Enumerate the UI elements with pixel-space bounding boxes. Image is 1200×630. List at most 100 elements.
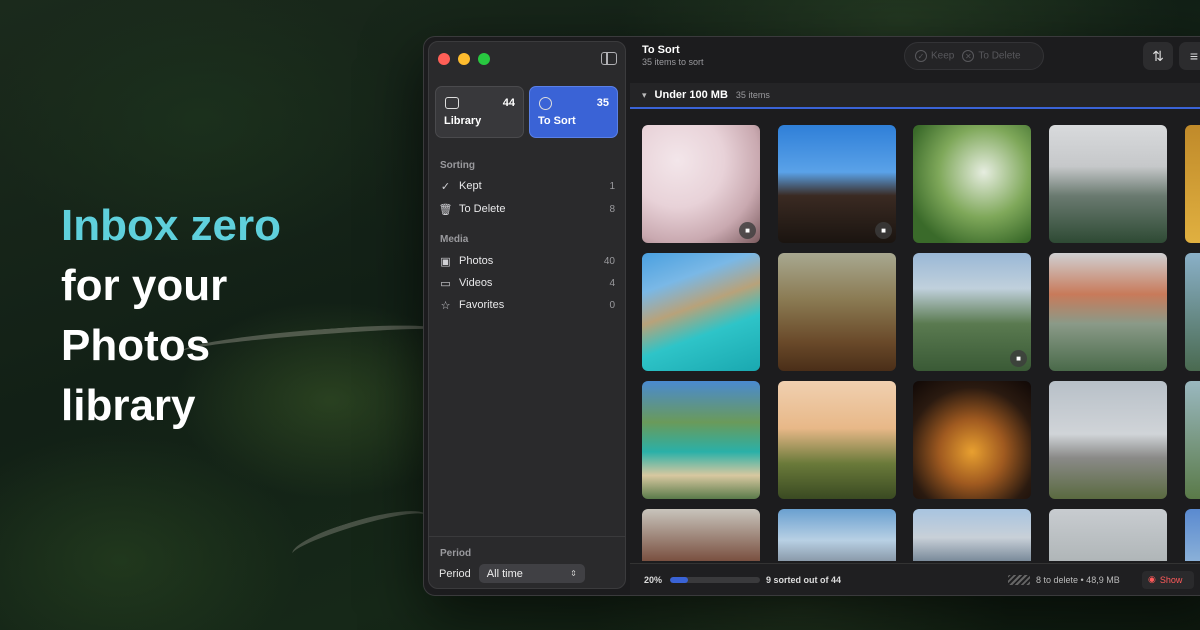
photo-thumbnail[interactable] <box>1185 125 1200 243</box>
library-count: 44 <box>502 97 515 109</box>
sidebar-item-count: 4 <box>609 277 615 289</box>
sidebar-item-videos[interactable]: ▭ Videos 4 <box>439 273 615 293</box>
sidebar-item-favorites[interactable]: ☆ Favorites 0 <box>439 295 615 315</box>
photo-thumbnail[interactable] <box>642 253 760 371</box>
sidebar-toggle-icon[interactable] <box>601 52 617 65</box>
tray-icon <box>445 97 459 109</box>
sidebar-item-label: Videos <box>459 277 493 289</box>
progress-bar <box>670 576 761 583</box>
video-badge-icon: ■ <box>1010 350 1027 367</box>
photo-thumbnail[interactable] <box>1185 509 1200 561</box>
photo-thumbnail[interactable] <box>1049 509 1167 561</box>
chevron-updown-icon: ⇕ <box>570 569 577 578</box>
delete-summary-text: 8 to delete • 48,9 MB <box>1036 574 1120 585</box>
sidebar-item-photos[interactable]: ▣ Photos 40 <box>439 251 615 271</box>
sort-arrows-icon: ⇅ <box>1152 47 1164 64</box>
sidebar-divider <box>429 536 625 537</box>
sidebar-item-count: 40 <box>603 255 615 267</box>
headline-line: library <box>61 381 196 430</box>
photo-thumbnail[interactable] <box>913 125 1031 243</box>
page-subtitle: 35 items to sort <box>642 57 704 67</box>
progress-percent: 20% <box>644 574 663 585</box>
period-section-title: Period <box>440 548 472 559</box>
photo-thumbnail[interactable] <box>1185 381 1200 499</box>
photo-thumbnail[interactable] <box>642 381 760 499</box>
zoom-window-button[interactable] <box>478 53 490 65</box>
status-footer: 20% 9 sorted out of 44 8 to delete • 48,… <box>630 563 1200 595</box>
sidebar-item-count: 1 <box>609 180 615 192</box>
x-circle-icon: ✕ <box>962 50 975 62</box>
sidebar-item-label: Kept <box>459 180 482 192</box>
main-panel: To Sort 35 items to sort ✓ Keep ✕ To Delet… <box>630 37 1200 595</box>
period-label: Period <box>439 567 471 580</box>
photo-thumbnail[interactable] <box>1049 381 1167 499</box>
minimize-window-button[interactable] <box>458 53 470 65</box>
sorted-count: 9 sorted out of 44 <box>766 574 842 585</box>
to-delete-button[interactable]: ✕ To Delete <box>962 50 1021 62</box>
photo-thumbnail[interactable] <box>913 381 1031 499</box>
window-controls <box>438 53 490 65</box>
show-label: Show <box>1159 574 1183 585</box>
headline-accent: Inbox zero <box>61 201 282 250</box>
photo-thumbnail[interactable] <box>778 253 896 371</box>
to-sort-label: To Sort <box>538 115 576 127</box>
to-sort-count: 35 <box>596 97 609 109</box>
headline-line: for your <box>61 261 228 310</box>
show-button[interactable]: ◉ Show <box>1142 570 1194 589</box>
to-sort-tile[interactable]: 35 To Sort <box>529 86 618 138</box>
sort-order-button[interactable]: ⇅ <box>1143 42 1173 70</box>
trash-icon: 🗑 <box>438 203 453 216</box>
photo-thumbnail[interactable] <box>913 509 1031 561</box>
photo-thumbnail[interactable] <box>1049 125 1167 243</box>
delete-summary: 8 to delete • 48,9 MB <box>1008 574 1120 585</box>
star-icon: ☆ <box>440 299 451 312</box>
sidebar-item-label: Favorites <box>459 299 505 311</box>
sidebar-item-label: To Delete <box>459 203 506 215</box>
photo-thumbnail[interactable] <box>1049 253 1167 371</box>
progress-bar-fill <box>670 576 689 583</box>
period-row: Period All time ⇕ <box>439 564 585 583</box>
video-icon: ▭ <box>440 277 451 290</box>
library-tile[interactable]: 44 Library <box>435 86 524 138</box>
video-badge-icon: ■ <box>875 222 892 239</box>
sidebar-item-to-delete[interactable]: 🗑 To Delete 8 <box>439 199 615 219</box>
photo-thumbnail[interactable] <box>1185 253 1200 371</box>
sidebar-item-count: 8 <box>609 203 615 215</box>
road-decoration <box>288 499 432 571</box>
period-value: All time <box>486 567 523 580</box>
keep-button[interactable]: ✓ Keep <box>915 50 954 62</box>
photo-thumbnail[interactable] <box>778 381 896 499</box>
photo-thumbnail[interactable] <box>778 509 896 561</box>
eye-icon: ◉ <box>1148 574 1156 584</box>
keep-label: Keep <box>931 50 955 62</box>
headline-line: Photos <box>61 321 211 370</box>
video-badge-icon: ■ <box>739 222 756 239</box>
chevron-down-icon: ▾ <box>642 89 647 100</box>
sort-icon <box>539 97 552 110</box>
check-circle-icon: ✓ <box>915 50 927 62</box>
photo-thumbnail[interactable] <box>642 509 760 561</box>
check-circle-icon: ✓ <box>440 180 451 193</box>
sidebar: 44 Library 35 To Sort Sorting ✓ Kept 1 🗑… <box>428 41 626 589</box>
hatch-icon <box>1008 574 1030 585</box>
photo-thumbnail[interactable]: ■ <box>778 125 896 243</box>
group-count: 35 items <box>735 90 770 100</box>
group-title: Under 100 MB <box>654 89 728 101</box>
filter-button[interactable]: ≡ <box>1179 42 1200 70</box>
period-select[interactable]: All time ⇕ <box>478 564 585 583</box>
photo-thumbnail[interactable]: ■ <box>642 125 760 243</box>
library-label: Library <box>444 115 482 127</box>
app-window: 44 Library 35 To Sort Sorting ✓ Kept 1 🗑… <box>423 36 1200 596</box>
sorting-section-title: Sorting <box>440 160 475 171</box>
group-header[interactable]: ▾ Under 100 MB 35 items <box>630 83 1200 109</box>
sidebar-item-count: 0 <box>609 299 615 311</box>
sidebar-item-label: Photos <box>459 255 494 267</box>
sidebar-item-kept[interactable]: ✓ Kept 1 <box>439 176 615 196</box>
to-delete-label: To Delete <box>978 50 1021 62</box>
headline: Inbox zero for your Photos library <box>61 196 391 436</box>
photo-thumbnail[interactable]: ■ <box>913 253 1031 371</box>
close-window-button[interactable] <box>438 53 450 65</box>
keep-delete-control: ✓ Keep ✕ To Delete <box>904 42 1044 70</box>
filter-icon: ≡ <box>1189 48 1199 64</box>
page-title: To Sort <box>642 44 680 56</box>
